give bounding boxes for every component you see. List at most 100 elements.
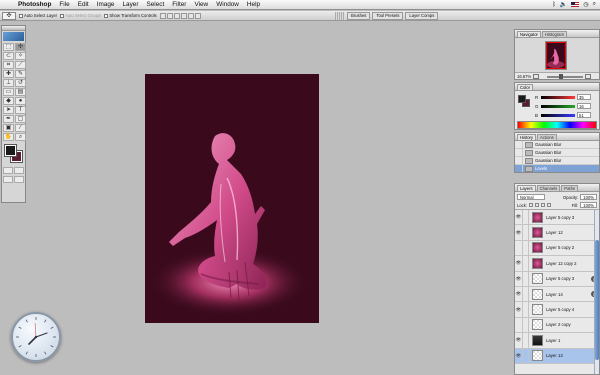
layer-name[interactable]: Layer 12 (546, 230, 599, 235)
layer-visibility-eye-icon[interactable]: 👁 (515, 332, 523, 348)
eyedropper-tool-icon[interactable]: ⁄ (15, 124, 26, 132)
layer-row[interactable]: 👁 Layer 13 (515, 348, 599, 364)
menu-photoshop[interactable]: Photoshop (14, 0, 55, 10)
layer-thumbnail[interactable] (532, 257, 543, 269)
marquee-tool-icon[interactable]: ⬚ (3, 43, 14, 51)
blur-tool-icon[interactable]: ◆ (3, 97, 14, 105)
layer-visibility-eye-icon[interactable]: 👁 (515, 348, 523, 364)
history-item[interactable]: Gaussian Blur (515, 156, 599, 165)
menu-file[interactable]: File (55, 0, 73, 10)
layer-row[interactable]: 👁Layer 14ƒ (515, 286, 599, 303)
layer-link-icon[interactable] (523, 210, 529, 225)
align-center-icon[interactable] (187, 12, 194, 19)
input-flag-icon[interactable] (571, 2, 580, 7)
channel-r-value[interactable]: 35 (577, 94, 591, 100)
layer-row[interactable]: 👁Layer 5 copy 3ƒ (515, 271, 599, 287)
channel-g-value[interactable]: 16 (577, 103, 591, 109)
hand-tool-icon[interactable]: ✋ (3, 133, 14, 141)
dodge-tool-icon[interactable]: ● (15, 97, 26, 105)
align-left-icon[interactable] (180, 12, 187, 19)
show-transform-controls-checkbox[interactable]: Show Transform Controls (104, 13, 157, 18)
align-middle-icon[interactable] (166, 12, 173, 19)
auto-select-groups-checkbox[interactable]: Auto Select Groups (60, 13, 101, 18)
layer-visibility-eye-icon[interactable]: 👁 (515, 255, 523, 271)
gradient-tool-icon[interactable]: ▤ (15, 88, 26, 96)
tab-history[interactable]: History (517, 134, 537, 140)
lasso-tool-icon[interactable]: ⊂ (3, 52, 14, 60)
menu-filter[interactable]: Filter (168, 0, 190, 10)
auto-select-layer-checkbox[interactable]: Auto Select Layer (19, 13, 57, 18)
layer-link-icon[interactable] (523, 271, 529, 287)
layer-name[interactable]: Layer 2 copy (546, 322, 599, 327)
layer-link-icon[interactable] (523, 255, 529, 271)
zoom-in-icon[interactable] (585, 74, 592, 79)
tab-actions[interactable]: Actions (537, 134, 557, 140)
layer-name[interactable]: Layer 5 copy 3 (546, 215, 599, 220)
layer-thumbnail[interactable] (532, 242, 543, 254)
standard-mode-icon[interactable] (3, 167, 13, 174)
path-selection-tool-icon[interactable]: ➤ (3, 106, 14, 114)
menu-edit[interactable]: Edit (74, 0, 93, 10)
layer-row[interactable]: 👁 Layer 5 copy 3 (515, 210, 599, 226)
layer-link-icon[interactable] (523, 240, 529, 256)
layer-visibility-eye-icon[interactable]: 👁 (515, 210, 523, 225)
layer-thumbnail[interactable] (532, 211, 543, 223)
clock-menu-icon[interactable]: ◷ (583, 1, 588, 8)
channel-r-slider[interactable] (541, 95, 575, 99)
clone-stamp-tool-icon[interactable]: ⊥ (3, 79, 14, 87)
history-source-checkbox[interactable] (515, 148, 523, 157)
layer-thumbnail[interactable] (532, 350, 543, 362)
adobe-online-icon[interactable] (3, 32, 24, 41)
history-item[interactable]: Gaussian Blur (515, 148, 599, 157)
menu-image[interactable]: Image (93, 0, 119, 10)
layer-visibility-eye-icon[interactable]: 👁 (515, 271, 523, 287)
lock-position-icon[interactable] (541, 203, 546, 207)
type-tool-icon[interactable]: T (15, 106, 26, 114)
navigator-preview[interactable] (515, 38, 599, 72)
layer-name[interactable]: Layer 5 copy 3 (546, 276, 591, 281)
history-source-checkbox[interactable] (515, 156, 523, 165)
layer-thumbnail[interactable] (532, 334, 543, 346)
layer-row[interactable]: Layer 5 copy 2 (515, 240, 599, 257)
layers-scrollbar-thumb[interactable] (595, 240, 599, 360)
history-brush-tool-icon[interactable]: ↺ (15, 79, 26, 87)
tab-color[interactable]: Color (517, 84, 534, 90)
layers-scrollbar[interactable] (594, 210, 599, 374)
layer-thumbnail[interactable] (532, 304, 543, 316)
color-spectrum-bar[interactable] (517, 121, 597, 129)
channel-b-slider[interactable] (541, 113, 575, 117)
menu-help[interactable]: Help (243, 0, 264, 10)
pen-tool-icon[interactable]: ✒ (3, 115, 14, 123)
healing-brush-tool-icon[interactable]: ✚ (3, 70, 14, 78)
layer-link-icon[interactable] (523, 348, 529, 364)
layer-link-icon[interactable] (523, 317, 529, 333)
layer-link-icon[interactable] (523, 225, 529, 241)
lock-transparency-icon[interactable] (529, 203, 534, 207)
layer-thumbnail[interactable] (532, 227, 543, 239)
well-tab-brushes[interactable]: Brushes (347, 12, 371, 20)
lock-all-icon[interactable] (547, 203, 552, 207)
layer-link-icon[interactable] (523, 332, 529, 348)
layer-row[interactable]: Layer 2 copy (515, 317, 599, 334)
history-source-checkbox[interactable] (515, 164, 523, 172)
history-source-checkbox[interactable] (515, 140, 523, 149)
layer-name[interactable]: Layer 1 (546, 338, 599, 343)
layer-row[interactable]: 👁 Layer 1 (515, 332, 599, 349)
shape-tool-icon[interactable]: ▢ (15, 115, 26, 123)
document-canvas[interactable] (145, 74, 319, 323)
navigator-view-box[interactable] (546, 42, 566, 69)
zoom-tool-icon[interactable]: ⌕ (15, 133, 26, 141)
crop-tool-icon[interactable]: ⌗ (3, 61, 14, 69)
layer-name[interactable]: Layer 12 copy 2 (546, 261, 599, 266)
layer-name[interactable]: Layer 5 copy 4 (546, 307, 599, 312)
layer-visibility-eye-icon[interactable]: 👁 (515, 302, 523, 318)
bluetooth-icon[interactable]: ᛒ (552, 2, 556, 8)
layer-visibility-eye-icon[interactable] (515, 317, 523, 333)
menu-layer[interactable]: Layer (118, 0, 142, 10)
well-tab-tool-presets[interactable]: Tool Presets (372, 12, 404, 20)
move-tool-icon[interactable]: ✣ (15, 43, 26, 51)
layer-thumbnail[interactable] (532, 288, 543, 300)
channel-b-value[interactable]: 51 (577, 112, 591, 118)
foreground-color-swatch[interactable] (4, 144, 17, 157)
layer-name[interactable]: Layer 13 (546, 353, 599, 358)
